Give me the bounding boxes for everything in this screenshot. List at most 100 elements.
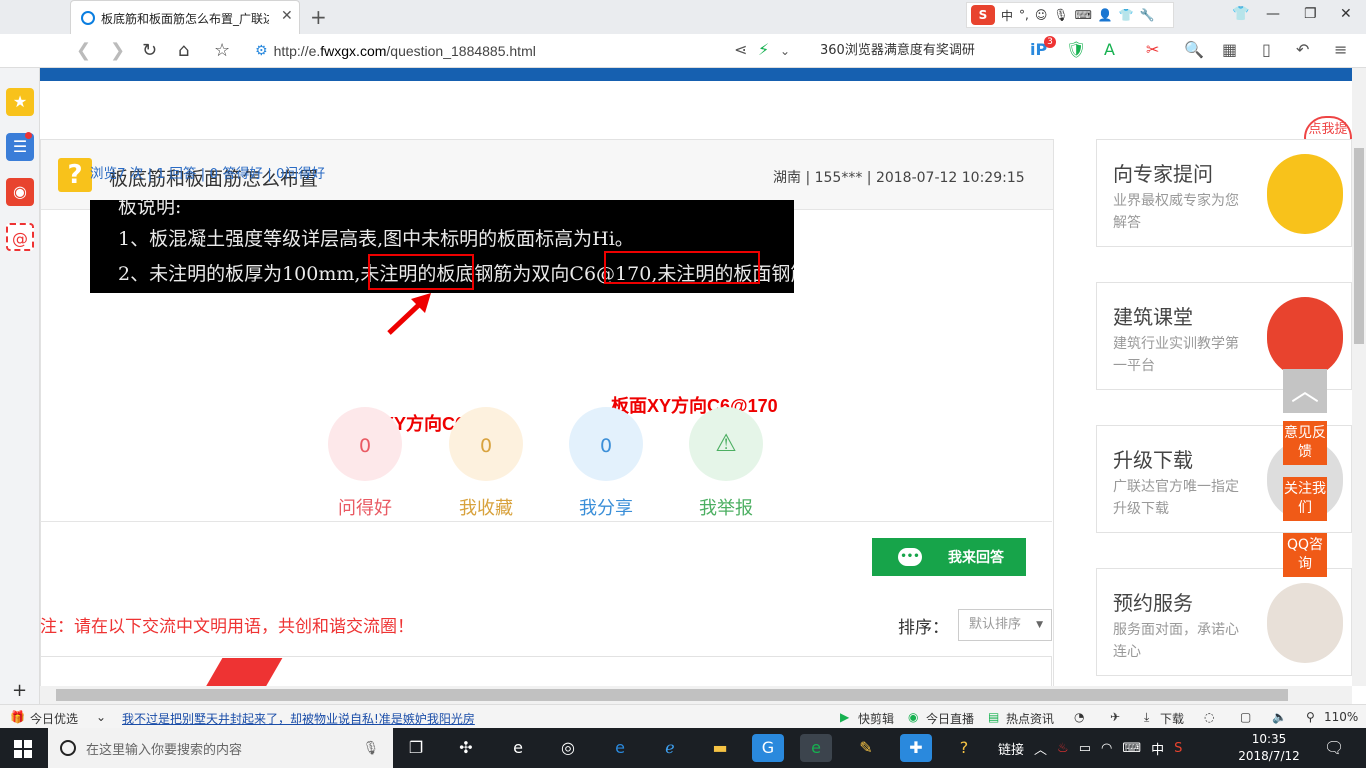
ask-expert-card[interactable]: 向专家提问 业界最权威专家为您解答 (1096, 139, 1352, 247)
action-center-icon[interactable]: 🗨 (1324, 738, 1344, 757)
edge-icon[interactable]: e (604, 734, 636, 762)
help-app-icon[interactable]: ? (948, 734, 980, 762)
link-label[interactable]: 链接 (998, 739, 1024, 758)
sogou-ime-icon[interactable]: S (971, 5, 995, 25)
report-circle-button[interactable]: ⚠ (689, 407, 763, 481)
tray-app-icon[interactable]: ♨ (1057, 741, 1069, 756)
feedback-button[interactable]: 意见反馈 (1283, 421, 1327, 465)
restore-button[interactable]: ❐ (1304, 6, 1317, 22)
new-tab-button[interactable]: + (310, 5, 327, 29)
clock[interactable]: 10:35 2018/7/12 (1238, 731, 1300, 765)
weibo-icon[interactable]: ◉ (6, 178, 34, 206)
scissors-icon[interactable]: ✂ (1146, 40, 1159, 59)
keyboard-icon[interactable]: ⌨ (1122, 741, 1141, 756)
share-label[interactable]: 我分享 (556, 494, 656, 520)
file-explorer-icon[interactable]: ▬ (704, 734, 736, 762)
battery-icon[interactable]: ▭ (1079, 741, 1091, 756)
lightning-icon[interactable]: ⚡ (758, 40, 769, 59)
window-icon[interactable]: ▢ (1240, 710, 1251, 724)
menu-icon[interactable]: ≡ (1334, 40, 1347, 59)
ie-icon[interactable]: ℯ (654, 734, 686, 762)
url-field[interactable]: ⚙ http://e.fwxgx.com/question_1884885.ht… (255, 40, 805, 62)
answer-button[interactable]: ••• 我来回答 (872, 538, 1026, 576)
translate-icon[interactable]: A (1104, 40, 1115, 59)
sidebar-add-button[interactable]: + (12, 680, 27, 701)
close-tab-icon[interactable]: ✕ (281, 8, 293, 24)
share-circle-button[interactable]: 0 (569, 407, 643, 481)
clean-icon[interactable]: ◌ (1204, 710, 1214, 724)
360-browser-taskbar-icon[interactable]: e (502, 734, 534, 762)
question-stats[interactable]: 浏览7 次 | 1 回答 | 0 答得好 | 0问得好 (90, 162, 325, 182)
close-window-button[interactable]: ✕ (1340, 6, 1352, 22)
favorite-star-button[interactable]: ☆ (214, 40, 230, 61)
search-input[interactable]: 360浏览器满意度有奖调研 (820, 40, 1010, 62)
vertical-scroll-thumb[interactable] (1354, 148, 1364, 344)
refresh-button[interactable]: ↻ (142, 40, 157, 61)
url-text[interactable]: http://e.fwxgx.com/question_1884885.html (274, 43, 536, 59)
windows-start-icon[interactable] (14, 740, 32, 758)
shield-icon[interactable]: 🛡 (1066, 40, 1086, 59)
favorites-star-icon[interactable]: ★ (6, 88, 34, 116)
taskbar-search[interactable]: 在这里输入你要搜索的内容 🎙 (48, 728, 393, 768)
follow-us-button[interactable]: 关注我们 (1283, 477, 1327, 521)
forward-button[interactable]: ❯ (110, 40, 125, 61)
horizontal-scroll-thumb[interactable] (56, 689, 1288, 701)
zoom-level[interactable]: 110% (1324, 710, 1358, 724)
appointment-service-title: 预约服务 (1113, 591, 1193, 615)
shirt-icon[interactable]: 👕 (1119, 8, 1134, 22)
divider (40, 521, 1052, 522)
like-label[interactable]: 问得好 (315, 494, 415, 520)
undo-icon[interactable]: ↶ (1296, 40, 1309, 59)
speed-icon[interactable]: ◔ (1074, 710, 1084, 724)
today-picks-link[interactable]: 今日优选 (30, 710, 78, 727)
qq-consult-button[interactable]: QQ咨询 (1283, 533, 1327, 577)
email-icon[interactable]: @ (6, 223, 34, 251)
volume-icon[interactable]: 🔈 (1272, 710, 1287, 724)
emoji-icon[interactable]: ☺ (1035, 8, 1048, 22)
wrench-icon[interactable]: 🔧 (1140, 8, 1155, 22)
home-button[interactable]: ⌂ (178, 40, 189, 61)
back-button[interactable]: ❮ (76, 40, 91, 61)
sort-select[interactable]: 默认排序 ▼ (958, 609, 1052, 641)
news-headline-link[interactable]: 我不过是把别墅天井封起来了，却被物业说自私!准是嫉妒我阳光房 (122, 710, 475, 727)
hot-news-link[interactable]: 热点资讯 (1006, 710, 1054, 727)
civility-notice: 注：请在以下交流中文明用语，共创和谐交流圈！ (40, 617, 414, 637)
like-circle-button[interactable]: 0 (328, 407, 402, 481)
share-icon[interactable]: ⋖ (734, 40, 747, 59)
user-icon[interactable]: 👤 (1098, 8, 1113, 22)
ime-mode[interactable]: 中 (1001, 7, 1013, 24)
360-active-icon[interactable]: e (800, 734, 832, 762)
tray-ime[interactable]: 中 (1151, 739, 1164, 758)
sogou-tray-icon[interactable]: S (1174, 741, 1182, 756)
pin-icon[interactable]: ✈ (1110, 710, 1120, 724)
pinwheel-app-icon[interactable]: ✣ (450, 734, 482, 762)
notes-app-icon[interactable]: ✎ (850, 734, 882, 762)
microphone-icon[interactable]: 🎙 (362, 741, 379, 756)
punctuation-icon[interactable]: °, (1019, 8, 1029, 22)
quick-edit-link[interactable]: 快剪辑 (858, 710, 894, 727)
appointment-service-card[interactable]: 预约服务服务面对面，承诺心连心 (1096, 568, 1352, 676)
microphone-icon[interactable]: 🎙 (1053, 8, 1068, 22)
g-app-icon[interactable]: G (752, 734, 784, 762)
browser-tab[interactable]: 板底筋和板面筋怎么布置_广联达 ✕ (70, 0, 300, 34)
report-label[interactable]: 我举报 (676, 494, 776, 520)
magnifier-icon[interactable]: 🔍 (1184, 40, 1204, 59)
minimize-button[interactable]: — (1266, 6, 1280, 22)
keyboard-icon[interactable]: ⌨ (1075, 8, 1092, 22)
download-link[interactable]: 下载 (1160, 710, 1184, 727)
plus-app-icon[interactable]: ✚ (900, 734, 932, 762)
favorite-circle-button[interactable]: 0 (449, 407, 523, 481)
skin-icon[interactable]: 👕 (1232, 6, 1249, 22)
chevron-down-icon[interactable]: ⌄ (780, 44, 790, 58)
favorite-label[interactable]: 我收藏 (436, 494, 536, 520)
appointment-service-subtitle: 服务面对面，承诺心连心 (1113, 622, 1239, 660)
back-to-top-button[interactable]: ︿ (1283, 369, 1327, 413)
apps-grid-icon[interactable]: ▦ (1222, 40, 1237, 59)
chevron-down-icon[interactable]: ⌄ (96, 710, 106, 724)
spiral-app-icon[interactable]: ◎ (552, 734, 584, 762)
tablet-icon[interactable]: ▯ (1262, 40, 1271, 59)
task-view-icon[interactable]: ❐ (400, 734, 432, 762)
chevron-up-icon[interactable]: ︿ (1034, 739, 1047, 758)
wifi-icon[interactable]: ◠ (1101, 741, 1112, 756)
live-link[interactable]: 今日直播 (926, 710, 974, 727)
